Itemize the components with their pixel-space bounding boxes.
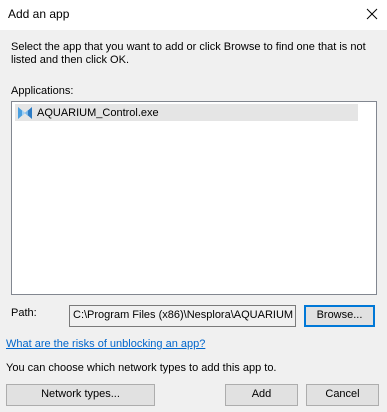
unblocking-risks-link[interactable]: What are the risks of unblocking an app? (6, 338, 205, 350)
browse-button[interactable]: Browse... (304, 305, 375, 327)
network-types-button[interactable]: Network types... (6, 384, 155, 406)
network-types-info: You can choose which network types to ad… (6, 362, 277, 374)
app-name: AQUARIUM_Control.exe (37, 106, 159, 119)
add-app-dialog: Add an app Select the app that you want … (0, 0, 387, 412)
app-icon (18, 106, 32, 119)
list-item[interactable]: AQUARIUM_Control.exe (15, 104, 358, 121)
close-button[interactable] (357, 0, 387, 30)
path-field[interactable]: C:\Program Files (x86)\Nesplora\AQUARIUM… (69, 305, 296, 327)
cancel-button[interactable]: Cancel (306, 384, 379, 406)
path-label: Path: (11, 307, 37, 319)
applications-label: Applications: (11, 85, 74, 97)
instruction-text: Select the app that you want to add or c… (11, 41, 366, 66)
add-button[interactable]: Add (225, 384, 298, 406)
close-icon (366, 8, 378, 20)
applications-list[interactable]: AQUARIUM_Control.exe (11, 101, 377, 295)
title-bar: Add an app (0, 0, 387, 30)
dialog-body: Select the app that you want to add or c… (0, 30, 387, 412)
dialog-title: Add an app (8, 7, 70, 21)
